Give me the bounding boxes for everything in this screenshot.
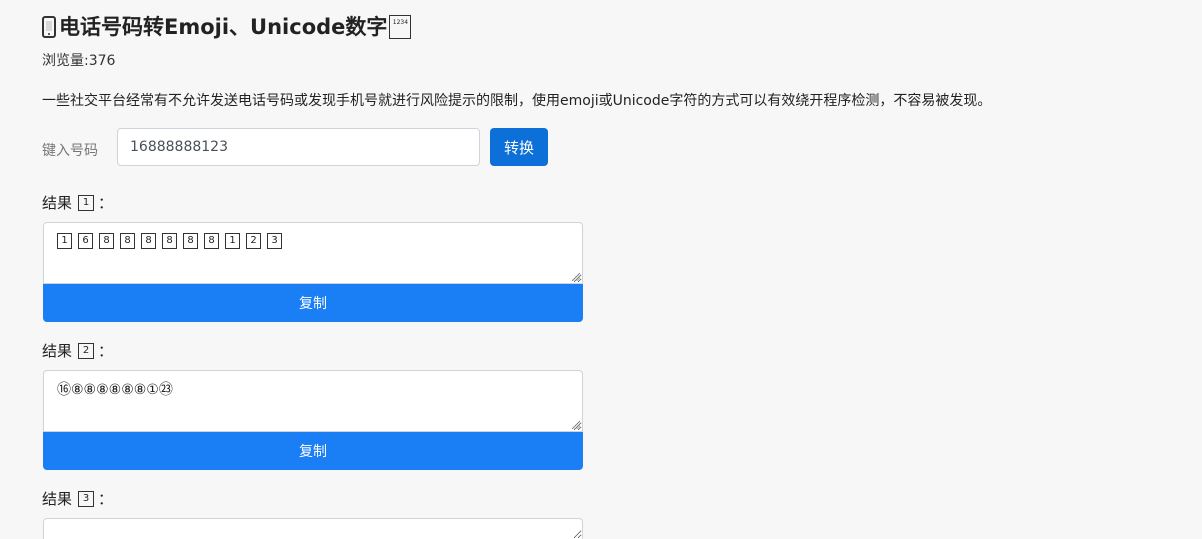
keycap-digit: 1	[57, 233, 72, 249]
keycap-digit-icon: 3	[78, 491, 95, 507]
keycap-digit: 8	[204, 233, 219, 249]
phone-number-input[interactable]	[117, 128, 480, 166]
keycap-digit: 8	[141, 233, 156, 249]
resize-handle-icon[interactable]	[572, 421, 580, 429]
result-2-label: 结果 2 ：	[42, 341, 113, 361]
input-numbers-icon: 1234	[389, 15, 412, 39]
keycap-digit: 6	[78, 233, 93, 249]
result-3-label: 结果 3 ：	[42, 489, 113, 509]
result-1-keycaps: 1 6 8 8 8 8 8 8 1 2 3	[57, 233, 569, 249]
result-label-text: 结果	[42, 194, 73, 212]
copy-button-2[interactable]: 复制	[43, 432, 583, 470]
keycap-digit: 8	[120, 233, 135, 249]
result-label-colon: ：	[98, 194, 114, 212]
result-1-label: 结果 1 ：	[42, 193, 113, 213]
result-2-textarea[interactable]: ⑯⑧⑧⑧⑧⑧⑧①㉓	[43, 370, 583, 432]
phone-input-label: 键入号码	[42, 143, 98, 159]
result-3-textarea[interactable]	[43, 518, 583, 539]
result-label-text: 结果	[42, 490, 73, 508]
keycap-digit: 2	[246, 233, 261, 249]
keycap-digit-icon: 1	[78, 195, 95, 211]
keycap-digit: 8	[99, 233, 114, 249]
description: 一些社交平台经常有不允许发送电话号码或发现手机号就进行风险提示的限制，使用emo…	[42, 93, 992, 109]
view-count: 浏览量:376	[42, 53, 116, 69]
page: 电话号码转Emoji、Unicode数字 1234 浏览量:376 一些社交平台…	[0, 0, 1202, 539]
result-label-colon: ：	[98, 490, 114, 508]
keycap-digit-icon: 2	[78, 343, 95, 359]
keycap-digit: 8	[162, 233, 177, 249]
resize-handle-icon[interactable]	[572, 273, 580, 281]
result-label-text: 结果	[42, 342, 73, 360]
result-1-textarea[interactable]: 1 6 8 8 8 8 8 8 1 2 3	[43, 222, 583, 284]
convert-button[interactable]: 转换	[490, 128, 548, 166]
input-numbers-icon-digits: 1234	[392, 19, 409, 26]
page-title-text: 电话号码转Emoji、Unicode数字	[59, 15, 388, 39]
page-title: 电话号码转Emoji、Unicode数字 1234	[42, 12, 412, 42]
result-label-colon: ：	[98, 342, 114, 360]
keycap-digit: 8	[183, 233, 198, 249]
keycap-digit: 3	[267, 233, 282, 249]
result-2-text: ⑯⑧⑧⑧⑧⑧⑧①㉓	[57, 382, 173, 398]
mobile-phone-icon	[42, 16, 56, 38]
keycap-digit: 1	[225, 233, 240, 249]
copy-button-1[interactable]: 复制	[43, 284, 583, 322]
